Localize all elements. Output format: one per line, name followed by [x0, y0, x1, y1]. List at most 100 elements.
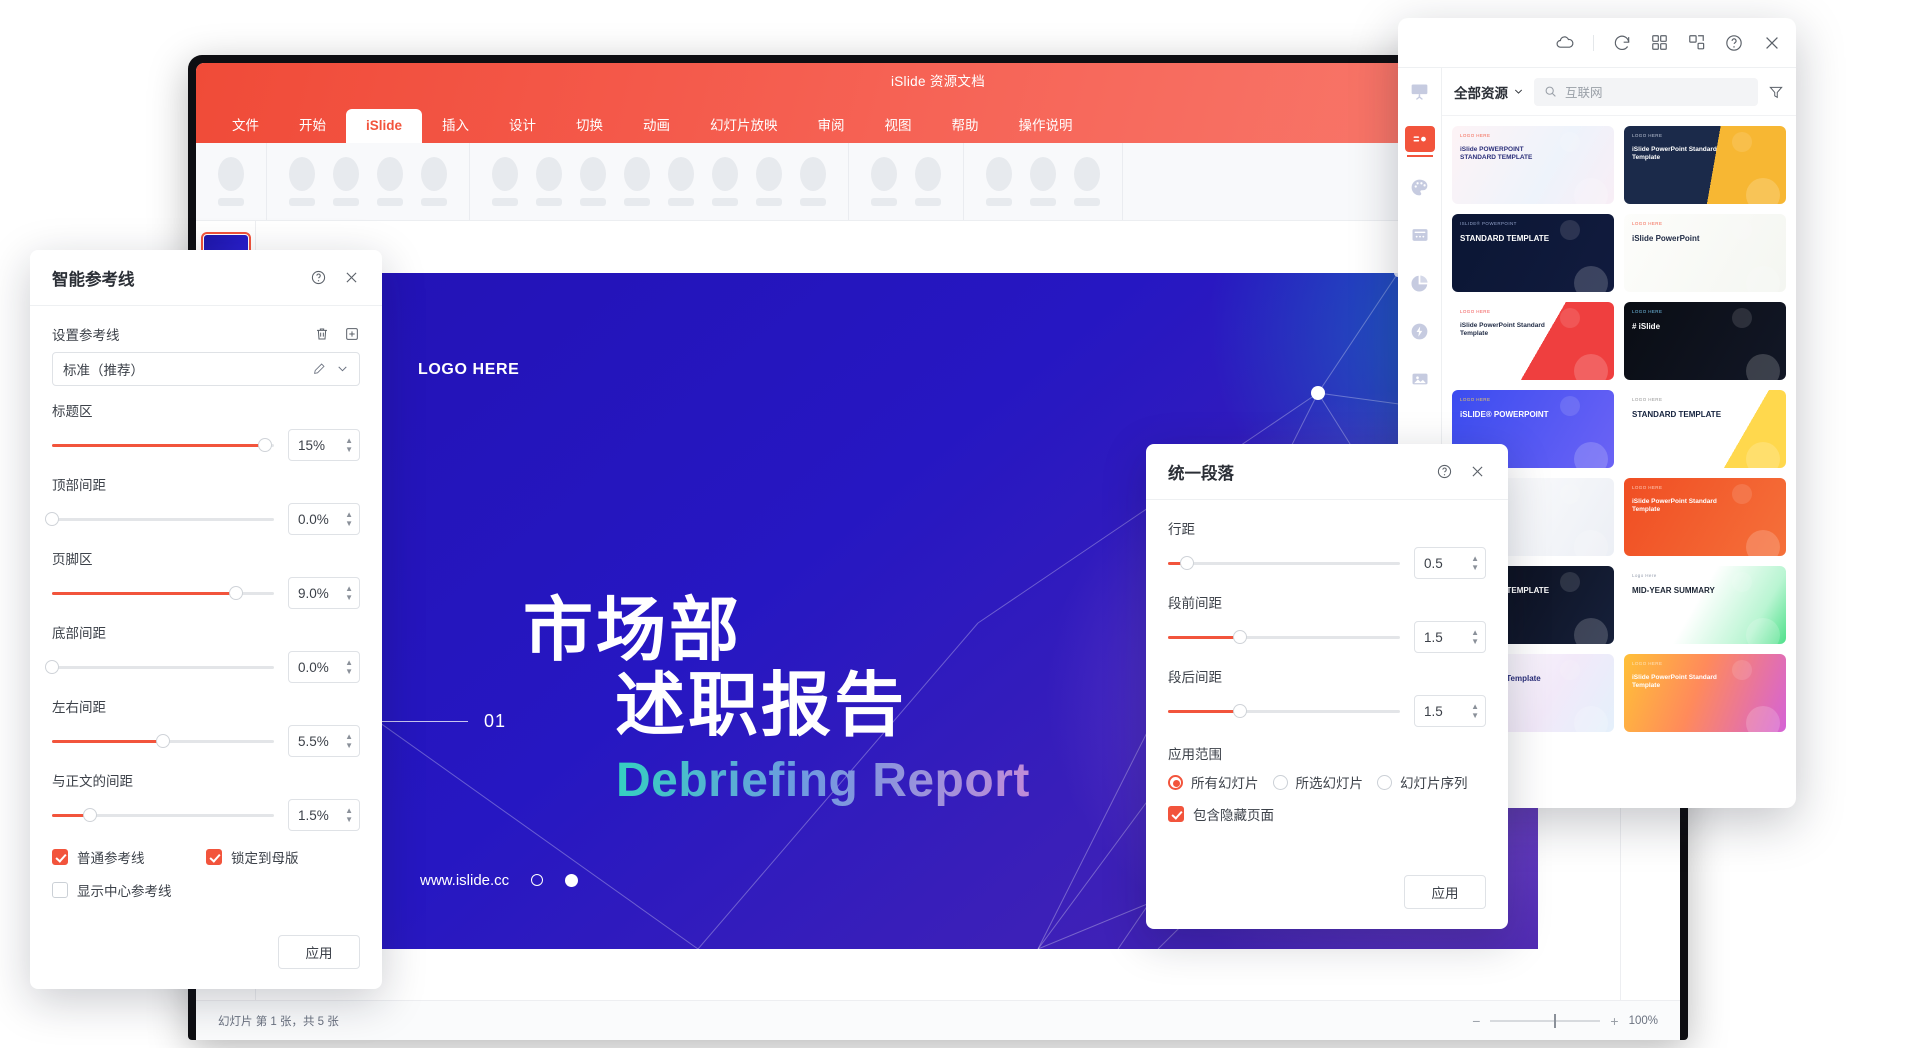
slider-control[interactable] — [45, 510, 274, 528]
checkbox-box[interactable] — [52, 882, 68, 898]
toolbar-button[interactable] — [289, 157, 315, 206]
plus-icon[interactable] — [344, 326, 360, 342]
close-icon[interactable] — [343, 269, 360, 286]
zoom-slider[interactable] — [1490, 1013, 1601, 1028]
toolbar-button[interactable] — [333, 157, 359, 206]
slider-control[interactable] — [1168, 554, 1400, 572]
slider-control[interactable] — [52, 584, 274, 602]
toolbar-button[interactable] — [218, 157, 244, 206]
slider-control[interactable] — [52, 732, 274, 750]
slider-value-input[interactable]: 0.5 ▲ ▼ — [1414, 547, 1486, 579]
checkbox-lock-to-master[interactable]: 锁定到母版 — [206, 847, 360, 867]
template-card[interactable]: Logo Here MID-YEAR SUMMARY — [1624, 566, 1786, 644]
stepper-icon[interactable]: ▲ ▼ — [345, 733, 353, 750]
toolbar-button[interactable] — [986, 157, 1012, 206]
stepper-icon[interactable]: ▲ ▼ — [1471, 555, 1479, 572]
slider-value-input[interactable]: 5.5% ▲ ▼ — [288, 725, 360, 757]
stepper-icon[interactable]: ▲ ▼ — [345, 437, 353, 454]
filter-icon[interactable] — [1768, 84, 1784, 100]
toolbar-button[interactable] — [668, 157, 694, 206]
template-card[interactable]: LOGO HERE iSlide PowerPoint Standard Temp… — [1624, 654, 1786, 732]
slider-knob[interactable] — [229, 586, 244, 600]
ribbon-tab-design[interactable]: 设计 — [489, 109, 556, 143]
checkbox-box[interactable] — [52, 849, 68, 865]
toolbar-button[interactable] — [800, 157, 826, 206]
question-circle-icon[interactable] — [1436, 463, 1453, 480]
image-icon[interactable] — [1405, 366, 1435, 392]
slider-knob[interactable] — [45, 660, 59, 674]
slider-knob[interactable] — [82, 808, 97, 822]
radio-circle[interactable] — [1377, 774, 1392, 790]
template-card[interactable]: LOGO HERE STANDARD TEMPLATE — [1624, 390, 1786, 468]
zoom-out-button[interactable]: − — [1472, 1013, 1480, 1029]
template-card[interactable]: LOGO HERE iSlide POWERPOINT STANDARD TEMP… — [1452, 126, 1614, 204]
radio-circle[interactable] — [1168, 774, 1183, 790]
ribbon-tab-review[interactable]: 审阅 — [798, 109, 865, 143]
toolbar-button[interactable] — [377, 157, 403, 206]
apply-button[interactable]: 应用 — [1404, 875, 1486, 909]
ribbon-tab-tellme[interactable]: 操作说明 — [999, 109, 1093, 143]
lightning-icon[interactable] — [1405, 318, 1435, 344]
stepper-icon[interactable]: ▲ ▼ — [1471, 629, 1479, 646]
slider-control[interactable] — [45, 658, 274, 676]
palette-icon[interactable] — [1405, 174, 1435, 200]
toolbar-button[interactable] — [1030, 157, 1056, 206]
toolbar-button[interactable] — [712, 157, 738, 206]
slider-knob[interactable] — [45, 512, 59, 526]
checkbox-box[interactable] — [206, 849, 222, 865]
radio-slide-range[interactable]: 幻灯片序列 — [1377, 772, 1468, 792]
close-icon[interactable] — [1469, 463, 1486, 480]
search-input[interactable]: 互联网 — [1534, 77, 1758, 106]
guide-preset-select[interactable]: 标准（推荐） — [52, 352, 360, 386]
slider-knob[interactable] — [258, 438, 273, 452]
toolbar-button[interactable] — [580, 157, 606, 206]
checkbox-include-hidden[interactable]: 包含隐藏页面 — [1168, 804, 1486, 824]
slider-control[interactable] — [52, 436, 274, 454]
stepper-icon[interactable]: ▲ ▼ — [345, 511, 353, 528]
template-card[interactable]: LOGO HERE iSlide PowerPoint Standard Temp… — [1452, 302, 1614, 380]
checkbox-normal-guides[interactable]: 普通参考线 — [52, 847, 206, 867]
template-card-icon[interactable] — [1404, 126, 1435, 157]
help-icon[interactable] — [1724, 33, 1744, 53]
radio-all-slides[interactable]: 所有幻灯片 — [1168, 772, 1259, 792]
template-card[interactable]: LOGO HERE iSlide PowerPoint — [1624, 214, 1786, 292]
stepper-icon[interactable]: ▲ ▼ — [345, 585, 353, 602]
template-card[interactable]: LOGO HERE iSlide PowerPoint Standard Temp… — [1624, 478, 1786, 556]
slider-value-input[interactable]: 0.0% ▲ ▼ — [288, 503, 360, 535]
zoom-in-button[interactable]: + — [1610, 1013, 1618, 1029]
ribbon-tab-slideshow[interactable]: 幻灯片放映 — [690, 109, 798, 143]
slider-control[interactable] — [1168, 628, 1400, 646]
stepper-icon[interactable]: ▲ ▼ — [345, 659, 353, 676]
refresh-icon[interactable] — [1612, 33, 1632, 53]
toolbar-button[interactable] — [421, 157, 447, 206]
slider-knob[interactable] — [1179, 556, 1194, 570]
ribbon-tab-view[interactable]: 视图 — [865, 109, 932, 143]
slider-value-input[interactable]: 1.5 ▲ ▼ — [1414, 695, 1486, 727]
pie-chart-icon[interactable] — [1405, 270, 1435, 296]
slider-knob[interactable] — [1232, 704, 1247, 718]
toolbar-button[interactable] — [756, 157, 782, 206]
zoom-slider-knob[interactable] — [1554, 1013, 1557, 1028]
slider-value-input[interactable]: 0.0% ▲ ▼ — [288, 651, 360, 683]
question-circle-icon[interactable] — [310, 269, 327, 286]
category-dropdown[interactable]: 全部资源 — [1454, 82, 1524, 102]
toolbar-button[interactable] — [624, 157, 650, 206]
stepper-icon[interactable]: ▲ ▼ — [1471, 703, 1479, 720]
toolbar-button[interactable] — [492, 157, 518, 206]
ribbon-tab-file[interactable]: 文件 — [212, 109, 279, 143]
ribbon-tab-transitions[interactable]: 切换 — [556, 109, 623, 143]
slider-knob[interactable] — [156, 734, 170, 748]
stepper-icon[interactable]: ▲ ▼ — [345, 807, 353, 824]
apply-button[interactable]: 应用 — [278, 935, 360, 969]
template-card[interactable]: LOGO HERE # iSlide — [1624, 302, 1786, 380]
slider-control[interactable] — [1168, 702, 1400, 720]
ribbon-tab-animations[interactable]: 动画 — [623, 109, 690, 143]
slider-value-input[interactable]: 1.5% ▲ ▼ — [288, 799, 360, 831]
close-icon[interactable] — [1762, 33, 1782, 53]
checkbox-show-center-guides[interactable]: 显示中心参考线 — [52, 880, 206, 900]
ribbon-tab-insert[interactable]: 插入 — [422, 109, 489, 143]
toolbar-button[interactable] — [871, 157, 897, 206]
grid-icon[interactable] — [1650, 33, 1669, 52]
radio-selected-slides[interactable]: 所选幻灯片 — [1272, 772, 1363, 792]
slider-knob[interactable] — [1232, 630, 1247, 644]
